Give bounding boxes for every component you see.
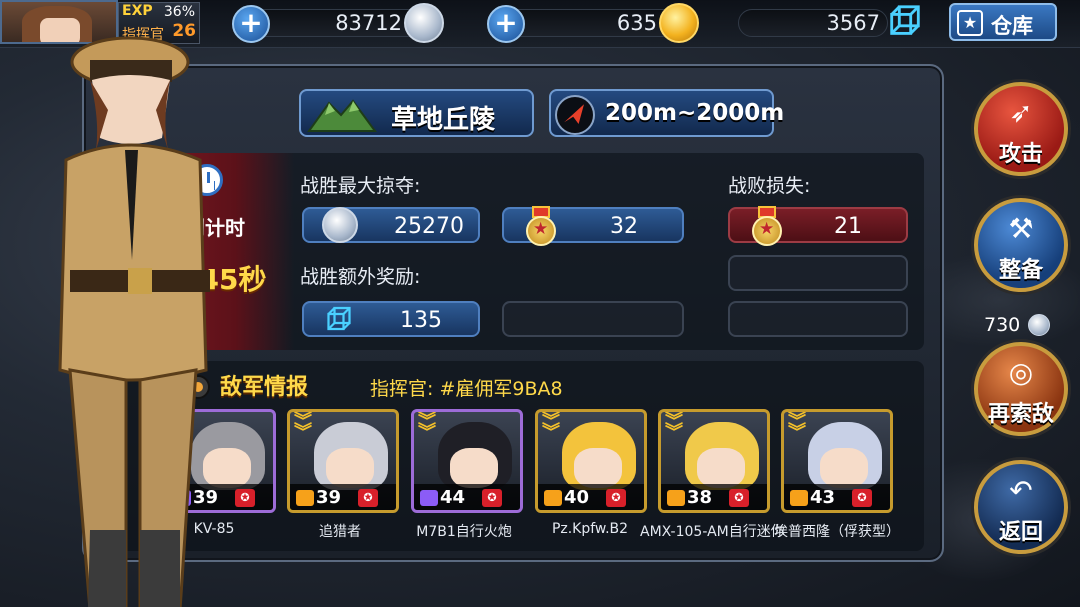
medal-icon — [750, 206, 784, 246]
enemy-unit-name: Pz.Kpfw.B2 — [551, 521, 629, 537]
silver-coin-icon — [322, 207, 358, 243]
enemy-unit-card[interactable]: ︾ ︾ 40 ✪ — [535, 409, 647, 513]
range-arrow-icon — [555, 95, 595, 135]
unit-face — [820, 448, 868, 488]
rocket-icon: ➶ — [1009, 96, 1033, 129]
enemy-unit-card[interactable]: ︾︾ 39 ✪ — [287, 409, 399, 513]
research-label: 再索敌 — [987, 402, 1054, 427]
cube-icon — [327, 306, 351, 331]
enemy-unit-card[interactable]: ︾ ︾ 44 ✪ — [411, 409, 523, 513]
faction-icon: ✪ — [358, 489, 378, 507]
enemy-intel-title: 敌军情报 — [220, 375, 309, 400]
medal-icon — [524, 206, 558, 246]
unit-level: 44 — [440, 487, 466, 508]
back-label: 返回 — [998, 520, 1043, 545]
rank-chevron-icon: ︾︾ — [418, 411, 436, 443]
warehouse-button[interactable]: ★ 仓库 — [949, 3, 1057, 41]
unit-type-icon — [790, 490, 808, 506]
grassland-hill-icon — [307, 99, 377, 132]
unit-level: 43 — [810, 487, 836, 508]
cube-icon — [890, 5, 920, 35]
range-label: 200m~2000m — [605, 100, 785, 126]
attack-button[interactable]: ➶ 攻击 — [974, 82, 1068, 176]
rank-chevron-icon: ︾︾ — [665, 411, 683, 443]
unit-level: 40 — [564, 487, 590, 508]
enemy-unit-name: M7B1自行火炮 — [416, 524, 512, 540]
enemy-unit-name: 追猎者 — [319, 524, 361, 540]
attack-label: 攻击 — [998, 142, 1043, 167]
enemy-unit-name: AMX-105-AM自行迷你 — [640, 524, 785, 540]
loss-medal-pill: 21 — [728, 206, 908, 246]
silver-value: 83712 — [335, 11, 402, 35]
faction-icon: ✪ — [482, 489, 502, 507]
warehouse-label: 仓库 — [991, 14, 1033, 38]
unit-level: 38 — [687, 487, 713, 508]
terrain-tab[interactable]: 草地丘陵 — [299, 89, 534, 137]
silver-resource: 83712 + — [232, 3, 446, 43]
unit-type-icon — [667, 490, 685, 506]
faction-icon: ✪ — [235, 489, 255, 507]
extra-cube-value: 135 — [400, 308, 442, 333]
faction-icon: ✪ — [729, 489, 749, 507]
gold-value: 635 — [616, 11, 657, 35]
unit-face — [697, 448, 745, 488]
gold-resource: 635 + — [487, 3, 701, 43]
loot-medal-value: 32 — [610, 214, 638, 239]
back-arrow-icon: ↶ — [1009, 474, 1033, 507]
enemy-commander: 指挥官: #雇佣军9BA8 — [370, 378, 563, 400]
prepare-button[interactable]: ⚒ 整备 — [974, 198, 1068, 292]
terrain-label: 草地丘陵 — [391, 105, 496, 135]
enemy-unit-card[interactable]: ︾ ︾ 38 ✪ — [658, 409, 770, 513]
rank-chevron-icon: ︾︾ — [788, 411, 806, 443]
rank-chevron-icon: ︾︾ — [542, 411, 560, 443]
unit-level: 39 — [316, 487, 342, 508]
extra-cube-pill: 135 — [302, 301, 480, 337]
unit-face — [326, 448, 374, 488]
loot-silver-pill: 25270 — [302, 207, 480, 243]
prepare-label: 整备 — [998, 258, 1043, 283]
faction-icon: ✪ — [606, 489, 626, 507]
rank-chevron-icon: ︾︾ — [294, 411, 312, 443]
research-cost: 730 — [984, 314, 1021, 336]
back-button[interactable]: ↶ 返回 — [974, 460, 1068, 554]
unit-face — [450, 448, 498, 488]
gold-coin-icon — [659, 3, 699, 43]
add-gold-button[interactable]: + — [487, 5, 525, 43]
faction-icon: ✪ — [852, 489, 872, 507]
target-icon: ◎ — [1008, 356, 1034, 389]
loss-label: 战败损失: — [728, 175, 811, 197]
unit-type-icon — [544, 490, 562, 506]
empty-slot — [502, 301, 684, 337]
loss-medal-value: 21 — [834, 214, 862, 239]
loot-silver-value: 25270 — [394, 214, 464, 239]
enemy-unit-card[interactable]: ︾ ︾ 43 ✪ — [781, 409, 893, 513]
empty-slot — [728, 255, 908, 291]
commander-character — [58, 36, 210, 607]
enemy-unit-name: 埃普西隆（俘获型） — [774, 524, 900, 540]
extra-reward-label: 战胜额外奖励: — [300, 266, 421, 288]
unit-type-icon — [420, 490, 438, 506]
cube-value: 3567 — [826, 11, 880, 35]
warehouse-icon: ★ — [957, 10, 983, 36]
research-button[interactable]: ◎ 再索敌 — [974, 342, 1068, 436]
loot-medal-pill: 32 — [502, 206, 684, 246]
silver-coin-icon — [404, 3, 444, 43]
silver-coin-icon — [1028, 314, 1050, 336]
max-loot-label: 战胜最大掠夺: — [300, 175, 421, 197]
range-tab[interactable]: 200m~2000m — [549, 89, 784, 137]
unit-face — [574, 448, 622, 488]
wrench-icon: ⚒ — [1008, 212, 1034, 245]
unit-type-icon — [296, 490, 314, 506]
add-silver-button[interactable]: + — [232, 5, 270, 43]
cube-resource: 3567 — [730, 5, 930, 39]
empty-slot — [728, 301, 908, 337]
